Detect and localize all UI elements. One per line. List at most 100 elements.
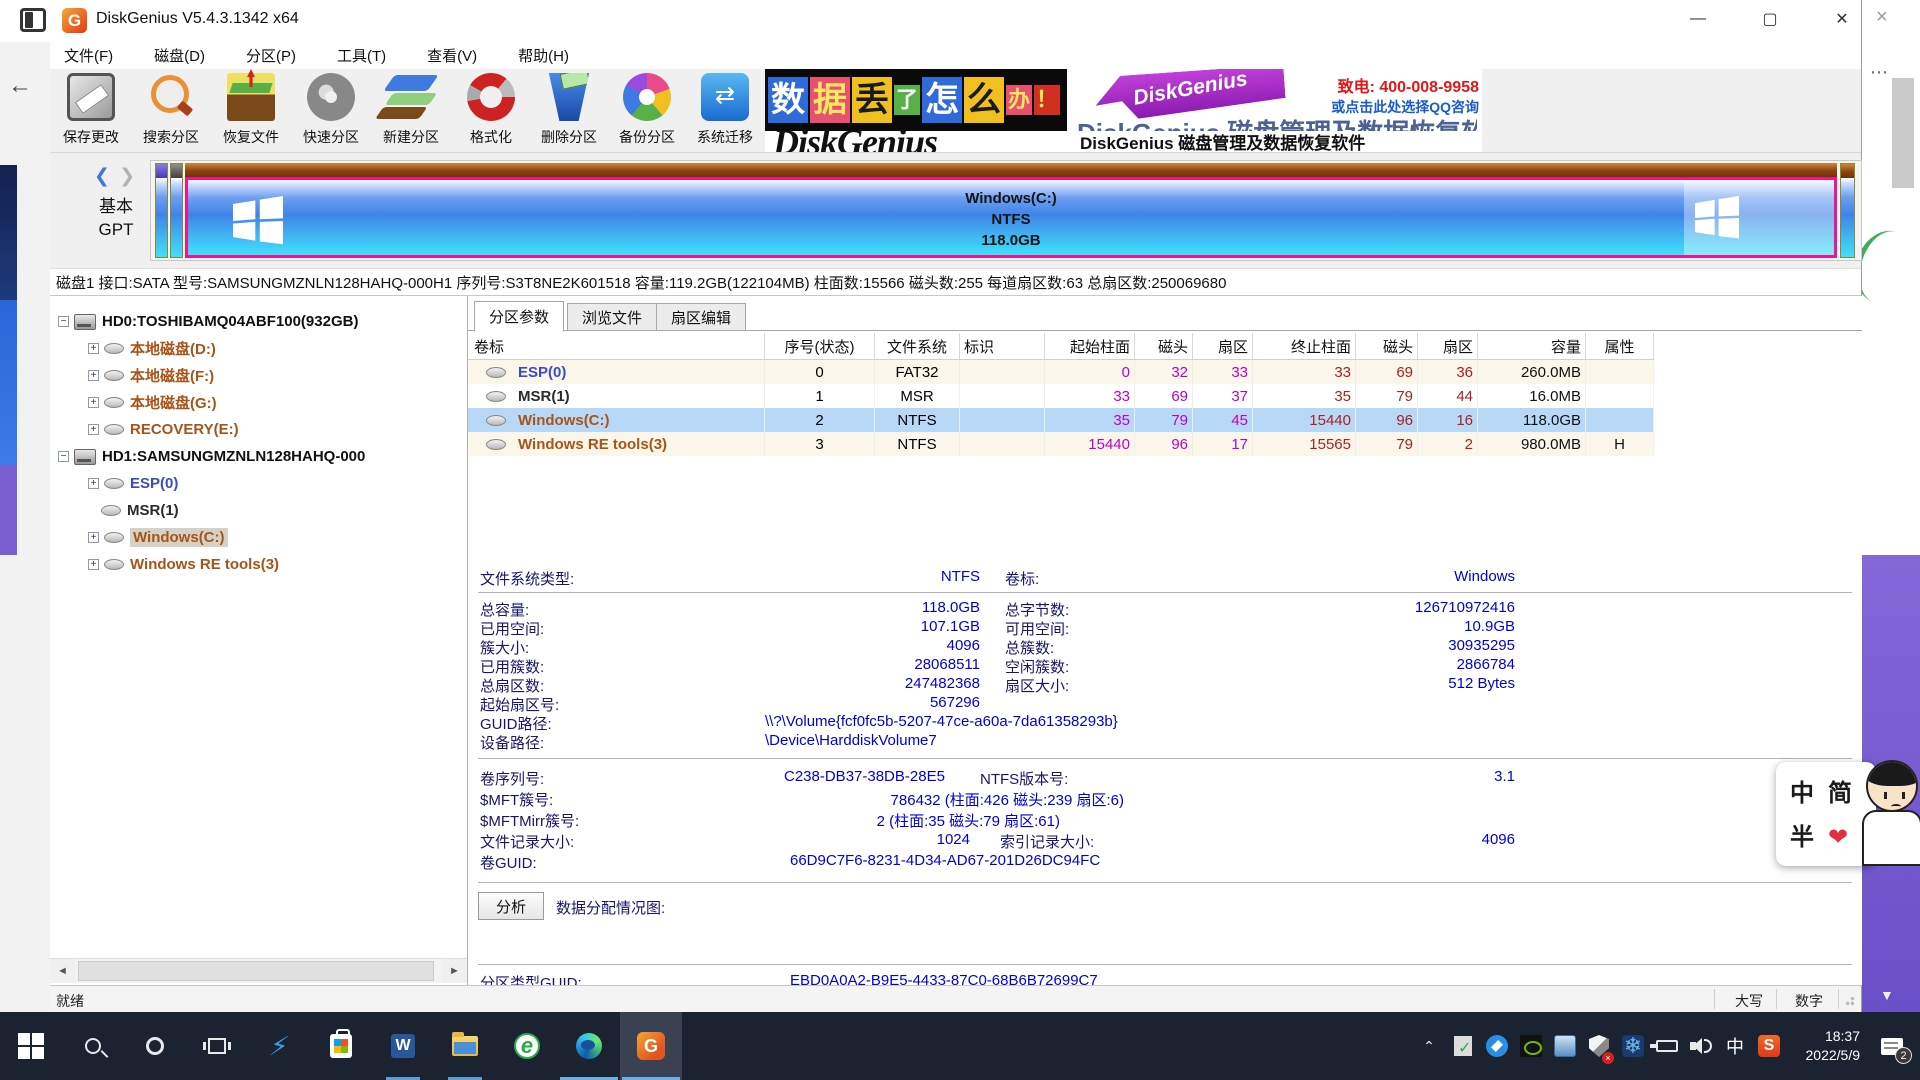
- scroll-down-icon[interactable]: ▼: [1880, 987, 1894, 1003]
- background-close-icon[interactable]: ×: [1876, 6, 1888, 29]
- table-row-msr[interactable]: MSR(1) 1 MSR 33 69 37 35 79 44 16.0MB: [468, 384, 1654, 408]
- overflow-menu-icon[interactable]: ⋯: [1870, 62, 1889, 83]
- word-button[interactable]: W: [372, 1012, 434, 1080]
- tray-nvidia[interactable]: [1514, 1012, 1548, 1080]
- diskgenius-taskbar-button[interactable]: G: [620, 1012, 682, 1080]
- menu-tools[interactable]: 工具(T): [325, 42, 398, 69]
- expand-icon[interactable]: +: [88, 370, 99, 381]
- menu-disk[interactable]: 磁盘(D): [142, 42, 217, 69]
- menu-partition[interactable]: 分区(P): [234, 42, 308, 69]
- esp-partition-bar[interactable]: [155, 163, 168, 258]
- tray-ime-mode[interactable]: 中: [1718, 1012, 1752, 1080]
- expand-icon[interactable]: +: [88, 532, 99, 543]
- tab-partition-params[interactable]: 分区参数: [474, 301, 564, 332]
- tree-item-windows-re[interactable]: + Windows RE tools(3): [88, 551, 279, 578]
- edge-button[interactable]: [558, 1012, 620, 1080]
- ad-qq-link[interactable]: 或点击此处选择QQ咨询: [1303, 97, 1479, 117]
- maximize-button[interactable]: ▢: [1744, 0, 1796, 38]
- msr-partition-bar[interactable]: [170, 163, 183, 258]
- menu-help[interactable]: 帮助(H): [506, 42, 581, 69]
- menu-view[interactable]: 查看(V): [415, 42, 489, 69]
- tree-item-msr[interactable]: MSR(1): [101, 497, 179, 524]
- save-changes-button[interactable]: 保存更改: [52, 71, 130, 151]
- expand-icon[interactable]: +: [88, 478, 99, 489]
- col-header[interactable]: 终止柱面: [1253, 333, 1356, 359]
- expand-icon[interactable]: +: [88, 397, 99, 408]
- col-header[interactable]: 标识: [960, 333, 1045, 359]
- menu-file[interactable]: 文件(F): [52, 42, 125, 69]
- browser-360-button[interactable]: e: [496, 1012, 558, 1080]
- tree-item-hd1[interactable]: − HD1:SAMSUNGMZNLN128HAHQ-000: [58, 443, 365, 470]
- table-row-esp[interactable]: ESP(0) 0 FAT32 0 32 33 33 69 36 260.0MB: [468, 360, 1654, 384]
- tab-browse-files[interactable]: 浏览文件: [567, 303, 657, 331]
- prev-disk-icon[interactable]: ❮: [94, 166, 110, 187]
- tree-item-local-g[interactable]: + 本地磁盘(G:): [88, 389, 217, 416]
- tab-sector-edit[interactable]: 扇区编辑: [656, 303, 746, 331]
- analyze-button[interactable]: 分析: [478, 892, 544, 920]
- ime-ban[interactable]: 半: [1790, 816, 1828, 860]
- col-header[interactable]: 文件系统: [875, 333, 960, 359]
- backup-partition-button[interactable]: 备份分区: [608, 71, 686, 151]
- next-disk-icon[interactable]: ❯: [119, 166, 135, 187]
- tray-security[interactable]: ×: [1582, 1012, 1616, 1080]
- start-button[interactable]: [0, 1012, 62, 1080]
- minimize-button[interactable]: —: [1672, 0, 1724, 38]
- ime-zh[interactable]: 中: [1790, 772, 1828, 816]
- table-row-windows-c-selected[interactable]: Windows(C:) 2 NTFS 35 79 45 15440 96 16 …: [468, 408, 1654, 432]
- system-migrate-button[interactable]: 系统迁移: [686, 71, 764, 151]
- recover-files-button[interactable]: 恢复文件: [212, 71, 290, 151]
- tray-expand-button[interactable]: ⌃: [1412, 1012, 1446, 1080]
- scroll-right-icon[interactable]: ►: [442, 959, 467, 983]
- tray-sogou[interactable]: S: [1752, 1012, 1786, 1080]
- col-header[interactable]: 容量: [1478, 333, 1586, 359]
- tray-volume[interactable]: [1684, 1012, 1718, 1080]
- advertisement-banner[interactable]: 数 据 丢 了 怎 么 办 ！ DiskGenius 磁盘管理及数据恢复软件 D…: [765, 69, 1482, 152]
- col-header[interactable]: 卷标: [468, 333, 765, 359]
- tree-item-hd0[interactable]: − HD0:TOSHIBAMQ04ABF100(932GB): [58, 308, 358, 335]
- close-button[interactable]: ✕: [1816, 0, 1868, 38]
- cortana-button[interactable]: [124, 1012, 186, 1080]
- tray-antivirus[interactable]: [1446, 1012, 1480, 1080]
- expand-icon[interactable]: +: [88, 343, 99, 354]
- new-partition-button[interactable]: 新建分区: [372, 71, 450, 151]
- tray-power[interactable]: [1650, 1012, 1684, 1080]
- task-view-button[interactable]: [186, 1012, 248, 1080]
- flash-app-button[interactable]: ⚡: [248, 1012, 310, 1080]
- expand-icon[interactable]: +: [88, 559, 99, 570]
- taskbar-clock[interactable]: 18:37 2022/5/9: [1786, 1012, 1864, 1080]
- file-explorer-button[interactable]: [434, 1012, 496, 1080]
- expand-icon[interactable]: +: [88, 424, 99, 435]
- tree-item-esp[interactable]: + ESP(0): [88, 470, 178, 497]
- sogou-ime-widget[interactable]: 中简 半❤: [1776, 758, 1920, 874]
- table-row-windows-re[interactable]: Windows RE tools(3) 3 NTFS 15440 96 17 1…: [468, 432, 1654, 456]
- quick-partition-button[interactable]: 快速分区: [292, 71, 370, 151]
- tray-freeze-tool[interactable]: ❄: [1616, 1012, 1650, 1080]
- search-partition-button[interactable]: 搜索分区: [132, 71, 210, 151]
- tray-dingtalk[interactable]: [1480, 1012, 1514, 1080]
- resize-grip[interactable]: [1844, 995, 1856, 1007]
- col-header[interactable]: 扇区: [1418, 333, 1478, 359]
- col-header[interactable]: 起始柱面: [1045, 333, 1135, 359]
- delete-partition-button[interactable]: 删除分区: [530, 71, 608, 151]
- tray-intel-graphics[interactable]: [1548, 1012, 1582, 1080]
- col-header[interactable]: 序号(状态): [765, 333, 875, 359]
- browser-tab-icon[interactable]: [20, 8, 46, 32]
- scroll-left-icon[interactable]: ◄: [50, 959, 75, 983]
- back-arrow-icon[interactable]: ←: [8, 72, 32, 100]
- collapse-icon[interactable]: −: [58, 451, 69, 462]
- tree-item-local-d[interactable]: + 本地磁盘(D:): [88, 335, 216, 362]
- tree-item-recovery-e[interactable]: + RECOVERY(E:): [88, 416, 239, 443]
- collapse-icon[interactable]: −: [58, 316, 69, 327]
- store-button[interactable]: [310, 1012, 372, 1080]
- background-scrollbar[interactable]: [1892, 78, 1914, 188]
- re-tools-partition-bar[interactable]: [1840, 163, 1855, 258]
- action-center-button[interactable]: 2: [1864, 1012, 1920, 1080]
- col-header[interactable]: 扇区: [1193, 333, 1253, 359]
- col-header[interactable]: 磁头: [1356, 333, 1418, 359]
- col-header[interactable]: 磁头: [1135, 333, 1193, 359]
- scrollbar-thumb[interactable]: [78, 961, 434, 981]
- taskbar-search-button[interactable]: [62, 1012, 124, 1080]
- tree-item-windows-c[interactable]: + Windows(C:): [88, 524, 228, 551]
- format-button[interactable]: 格式化: [452, 71, 530, 151]
- tree-item-local-f[interactable]: + 本地磁盘(F:): [88, 362, 214, 389]
